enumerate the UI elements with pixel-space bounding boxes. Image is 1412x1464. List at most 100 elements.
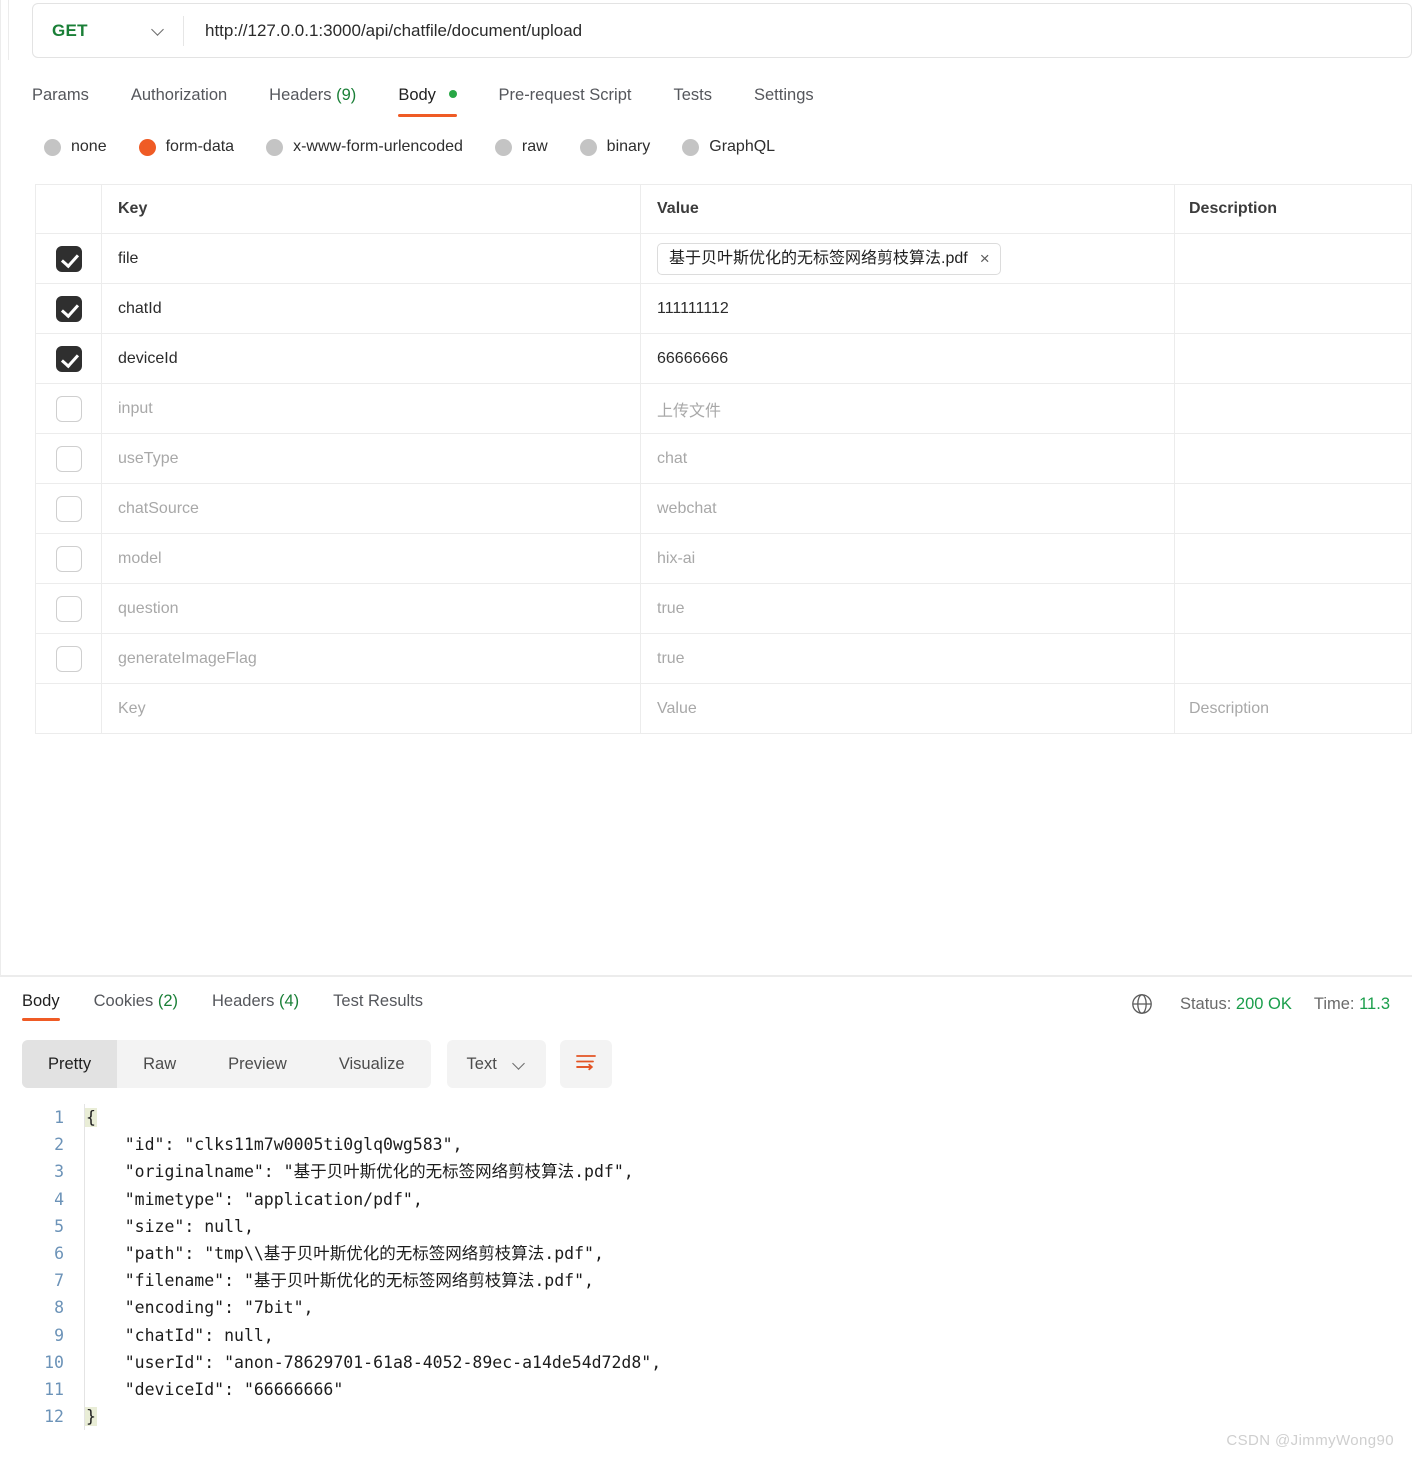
row-value-cell[interactable]: hix-ai <box>641 534 1175 583</box>
row-key-cell[interactable]: input <box>102 384 641 433</box>
body-type-x-www-form-urlencoded[interactable]: x-www-form-urlencoded <box>266 138 463 156</box>
body-type-raw-label: raw <box>521 138 548 155</box>
new-description-input[interactable]: Description <box>1175 684 1412 733</box>
line-number: 7 <box>54 1271 64 1291</box>
row-checkbox-cell <box>36 284 102 333</box>
file-chip[interactable]: 基于贝叶斯优化的无标签网络剪枝算法.pdf × <box>657 242 1001 275</box>
new-value-input[interactable]: Value <box>641 684 1175 733</box>
code-text: "encoding": "7bit", <box>85 1298 314 1318</box>
active-tab-underline <box>398 114 457 117</box>
row-checkbox[interactable] <box>55 495 82 522</box>
row-description-cell[interactable] <box>1175 584 1412 633</box>
request-url-bar: GET http://127.0.0.1:3000/api/chatfile/d… <box>32 3 1412 60</box>
row-value-cell[interactable]: 基于贝叶斯优化的无标签网络剪枝算法.pdf × <box>641 234 1175 283</box>
code-line: 8 "encoding": "7bit", <box>0 1294 1412 1322</box>
new-value-placeholder: Value <box>657 699 697 717</box>
row-description-cell[interactable] <box>1175 534 1412 583</box>
row-value-cell[interactable]: webchat <box>641 484 1175 533</box>
line-number: 3 <box>54 1162 64 1182</box>
response-tab-test-results-label: Test Results <box>333 992 424 1010</box>
row-description-cell[interactable] <box>1175 334 1412 383</box>
row-checkbox[interactable] <box>55 295 82 322</box>
view-mode-visualize-label: Visualize <box>338 1054 405 1073</box>
row-checkbox-cell <box>36 684 102 733</box>
code-text: "originalname": "基于贝叶斯优化的无标签网络剪枝算法.pdf", <box>85 1162 634 1182</box>
row-description-cell[interactable] <box>1175 634 1412 683</box>
row-value-cell[interactable]: chat <box>641 434 1175 483</box>
row-description-cell[interactable] <box>1175 434 1412 483</box>
new-key-input[interactable]: Key <box>102 684 641 733</box>
row-key-cell[interactable]: useType <box>102 434 641 483</box>
url-input[interactable]: http://127.0.0.1:3000/api/chatfile/docum… <box>184 21 1411 41</box>
response-tab-body[interactable]: Body <box>22 988 60 1023</box>
code-text: "path": "tmp\\基于贝叶斯优化的无标签网络剪枝算法.pdf", <box>85 1243 604 1263</box>
row-checkbox[interactable] <box>55 395 82 422</box>
row-checkbox-cell <box>36 384 102 433</box>
row-value-cell[interactable]: 上传文件 <box>641 384 1175 433</box>
response-body-json-viewer[interactable]: 1 { 2 "id": "clks11m7w0005ti0glq0wg583",… <box>0 1104 1412 1434</box>
row-value-cell[interactable]: true <box>641 634 1175 683</box>
tab-body-label: Body <box>398 86 436 104</box>
row-checkbox[interactable] <box>55 595 82 622</box>
tab-params[interactable]: Params <box>32 78 89 119</box>
row-checkbox-cell <box>36 434 102 483</box>
code-line: 11 "deviceId": "66666666" <box>0 1375 1412 1404</box>
tab-headers[interactable]: Headers (9) <box>269 78 356 119</box>
row-description-cell[interactable] <box>1175 234 1412 283</box>
row-value-cell[interactable]: true <box>641 584 1175 633</box>
row-value-cell[interactable]: 111111112 <box>641 284 1175 333</box>
code-text: "chatId": null, <box>85 1325 274 1345</box>
row-key-cell[interactable]: question <box>102 584 641 633</box>
line-number: 11 <box>44 1379 64 1399</box>
body-type-urlencoded-label: x-www-form-urlencoded <box>293 138 463 155</box>
row-key-cell[interactable]: chatId <box>102 284 641 333</box>
row-checkbox[interactable] <box>55 345 82 372</box>
row-key-cell[interactable]: deviceId <box>102 334 641 383</box>
row-checkbox[interactable] <box>55 545 82 572</box>
tab-settings[interactable]: Settings <box>754 78 814 119</box>
response-tab-cookies[interactable]: Cookies (2) <box>94 988 178 1023</box>
view-mode-raw[interactable]: Raw <box>117 1040 202 1088</box>
chevron-down-icon <box>513 1058 526 1071</box>
file-chip-name: 基于贝叶斯优化的无标签网络剪枝算法.pdf <box>669 249 968 267</box>
view-mode-preview[interactable]: Preview <box>202 1040 313 1088</box>
body-type-form-data[interactable]: form-data <box>138 138 234 156</box>
header-description-label: Description <box>1189 200 1278 217</box>
row-description-cell[interactable] <box>1175 384 1412 433</box>
body-type-graphql[interactable]: GraphQL <box>682 138 775 156</box>
row-key-cell[interactable]: file <box>102 234 641 283</box>
close-icon[interactable]: × <box>980 250 990 267</box>
row-key-cell[interactable]: generateImageFlag <box>102 634 641 683</box>
body-type-binary[interactable]: binary <box>579 138 650 156</box>
body-type-none[interactable]: none <box>44 138 107 156</box>
row-value-cell[interactable]: 66666666 <box>641 334 1175 383</box>
line-number: 4 <box>54 1189 64 1209</box>
http-method-selector[interactable]: GET <box>33 4 183 57</box>
body-type-raw[interactable]: raw <box>494 138 548 156</box>
tab-pre-request-script[interactable]: Pre-request Script <box>499 78 632 119</box>
row-description-cell[interactable] <box>1175 284 1412 333</box>
row-checkbox-cell <box>36 484 102 533</box>
view-mode-visualize[interactable]: Visualize <box>313 1040 431 1088</box>
tab-headers-count: (9) <box>336 86 357 104</box>
response-tab-test-results[interactable]: Test Results <box>333 988 423 1023</box>
wrap-text-button[interactable] <box>559 1040 612 1088</box>
tab-body[interactable]: Body <box>398 78 457 119</box>
row-description-cell[interactable] <box>1175 484 1412 533</box>
row-checkbox[interactable] <box>55 245 82 272</box>
code-text: "deviceId": "66666666" <box>85 1379 344 1399</box>
row-key-text: file <box>118 249 139 267</box>
globe-icon[interactable] <box>1130 992 1154 1016</box>
tab-tests-label: Tests <box>673 86 712 104</box>
view-mode-pretty[interactable]: Pretty <box>22 1040 118 1088</box>
row-key-cell[interactable]: chatSource <box>102 484 641 533</box>
tab-authorization[interactable]: Authorization <box>131 78 227 119</box>
tab-tests[interactable]: Tests <box>673 78 712 119</box>
response-tab-headers[interactable]: Headers (4) <box>212 988 299 1023</box>
row-key-text: input <box>118 399 153 417</box>
response-format-selector[interactable]: Text <box>446 1040 546 1088</box>
row-checkbox[interactable] <box>55 645 82 672</box>
row-checkbox[interactable] <box>55 445 82 472</box>
row-key-cell[interactable]: model <box>102 534 641 583</box>
radio-icon <box>266 138 284 156</box>
